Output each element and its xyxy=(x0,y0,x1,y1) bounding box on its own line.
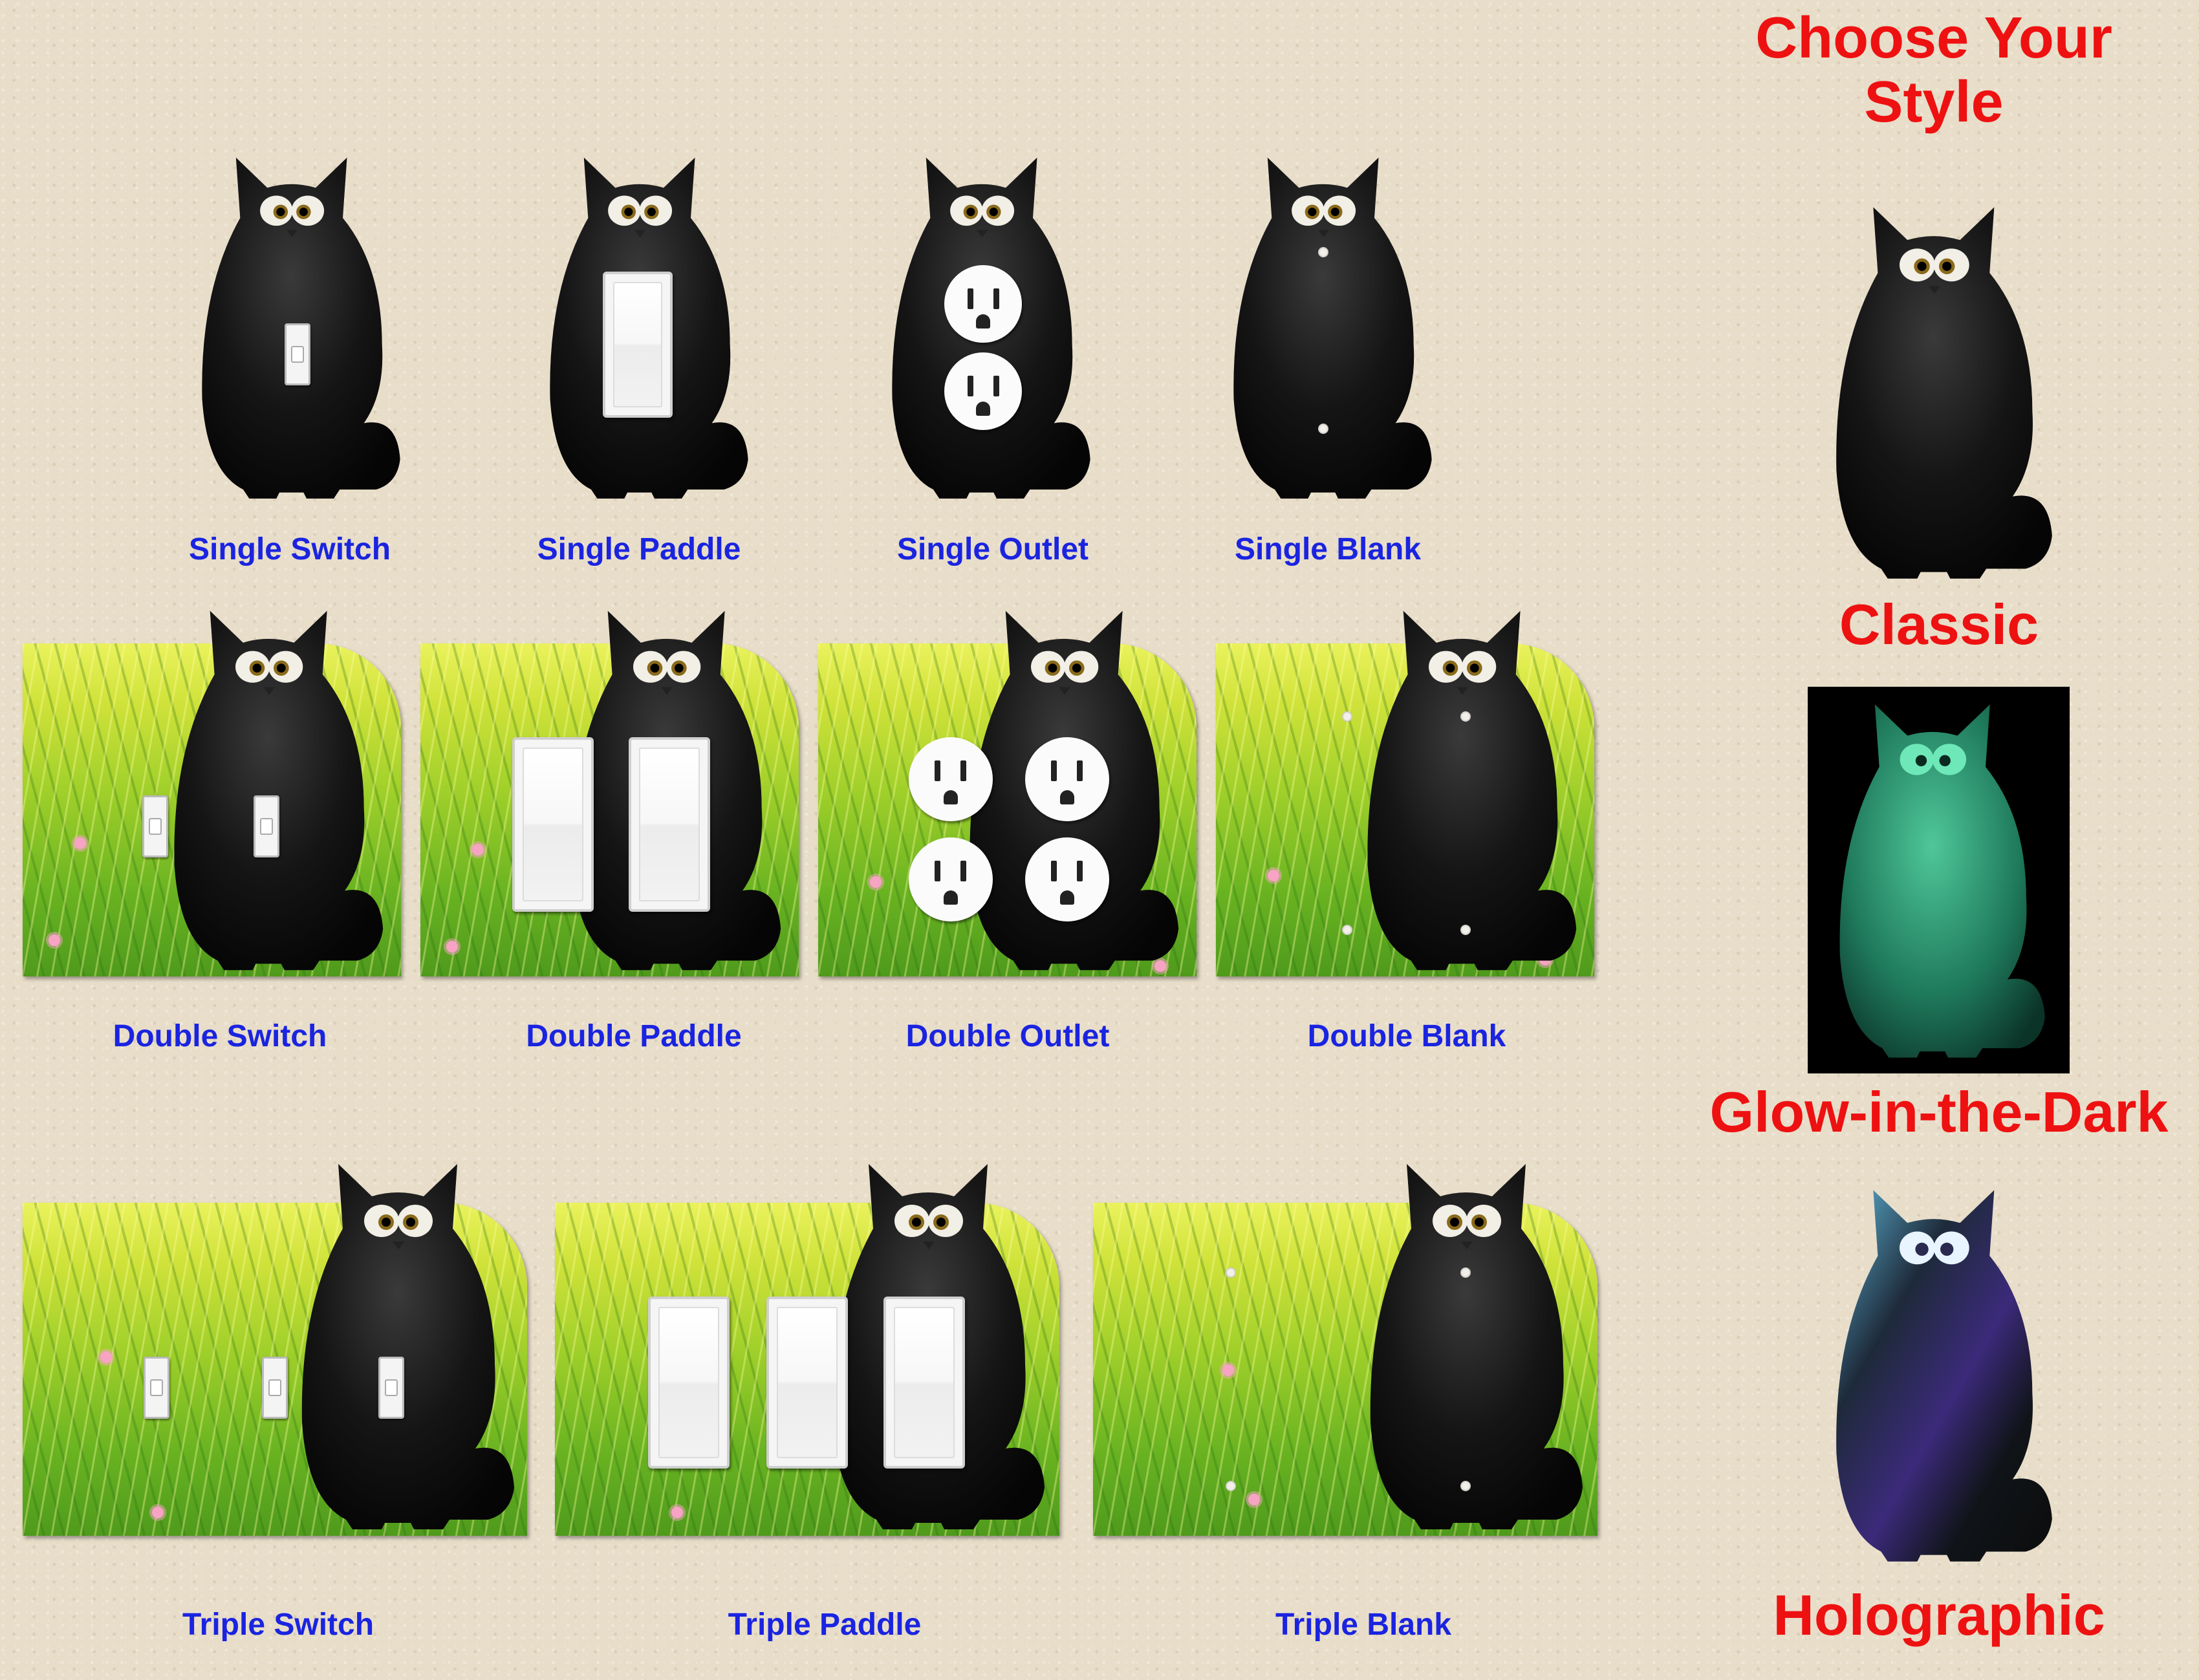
double-switch-label[interactable]: Double Switch xyxy=(113,1018,327,1054)
screw-icon xyxy=(1318,424,1328,434)
page-title: Choose Your Style xyxy=(1755,6,2112,135)
triple-blank-label[interactable]: Triple Blank xyxy=(1275,1607,1451,1642)
single-paddle-label[interactable]: Single Paddle xyxy=(537,532,741,567)
triple-switch-label[interactable]: Triple Switch xyxy=(182,1607,374,1642)
cat-icon[interactable] xyxy=(265,1151,543,1539)
light-switch-icon xyxy=(262,1357,288,1419)
style-glow-label[interactable]: Glow-in-the-Dark xyxy=(1710,1081,2169,1144)
paddle-switch-icon xyxy=(883,1297,965,1469)
double-blank-label[interactable]: Double Blank xyxy=(1308,1018,1506,1054)
outlet-icon xyxy=(909,737,993,821)
screw-icon xyxy=(1460,925,1471,935)
screw-icon xyxy=(1318,247,1328,257)
single-blank-label[interactable]: Single Blank xyxy=(1235,532,1421,567)
paddle-switch-icon xyxy=(603,272,673,418)
screw-icon xyxy=(1460,711,1471,722)
screw-icon xyxy=(1460,1481,1471,1491)
cat-icon[interactable] xyxy=(1804,194,2076,588)
style-holographic-label[interactable]: Holographic xyxy=(1773,1584,2105,1647)
double-outlet-label[interactable]: Double Outlet xyxy=(906,1018,1110,1054)
paddle-switch-icon xyxy=(629,737,710,912)
outlet-icon xyxy=(909,837,993,921)
single-outlet-label[interactable]: Single Outlet xyxy=(897,532,1089,567)
screw-icon xyxy=(1342,711,1352,722)
cat-icon[interactable] xyxy=(1811,692,2066,1067)
outlet-icon xyxy=(944,265,1022,343)
double-paddle-label[interactable]: Double Paddle xyxy=(526,1018,741,1054)
light-switch-icon xyxy=(142,795,168,857)
outlet-icon xyxy=(944,352,1022,430)
page-title-line2: Style xyxy=(1864,70,2004,135)
cat-icon[interactable] xyxy=(1334,1151,1612,1539)
light-switch-icon xyxy=(285,323,310,385)
cat-icon[interactable] xyxy=(136,598,414,980)
cat-icon[interactable] xyxy=(1804,1177,2076,1571)
paddle-switch-icon xyxy=(648,1297,730,1469)
light-switch-icon xyxy=(378,1357,404,1419)
screw-icon xyxy=(1226,1481,1236,1491)
screw-icon xyxy=(1226,1267,1236,1278)
triple-paddle-label[interactable]: Triple Paddle xyxy=(728,1607,922,1642)
screw-icon xyxy=(1342,925,1352,935)
screw-icon xyxy=(1460,1267,1471,1278)
paddle-switch-icon xyxy=(766,1297,848,1469)
light-switch-icon xyxy=(254,795,279,857)
single-switch-label[interactable]: Single Switch xyxy=(189,532,391,567)
page-title-line1: Choose Your xyxy=(1755,6,2112,70)
light-switch-icon xyxy=(144,1357,169,1419)
style-classic-label[interactable]: Classic xyxy=(1839,593,2039,656)
cat-icon[interactable] xyxy=(1329,598,1607,980)
outlet-icon xyxy=(1025,837,1109,921)
paddle-switch-icon xyxy=(512,737,594,912)
cat-icon[interactable] xyxy=(1206,145,1452,508)
outlet-icon xyxy=(1025,737,1109,821)
